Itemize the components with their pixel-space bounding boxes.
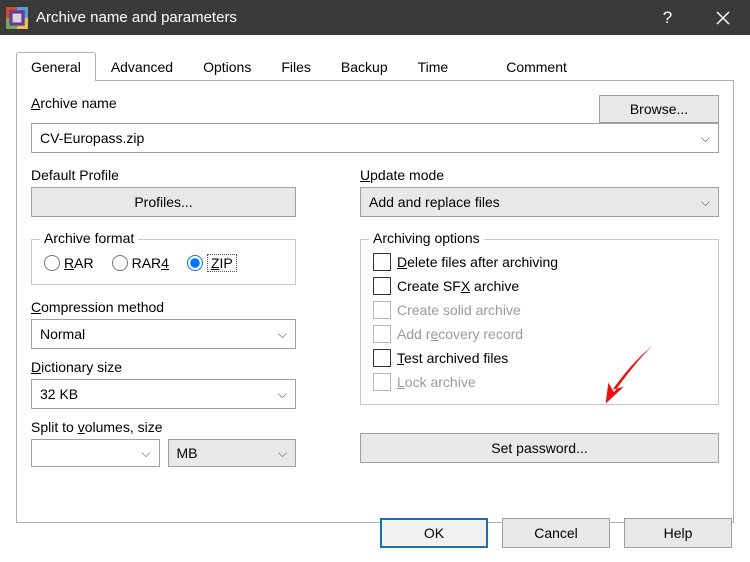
update-mode-select[interactable]: Add and replace files ⌵ [360, 187, 719, 217]
tab-general[interactable]: General [16, 52, 96, 81]
format-rar-radio[interactable]: RAR [44, 255, 94, 271]
archive-name-input[interactable]: CV-Europass.zip ⌵ [31, 123, 719, 153]
archive-format-label: Archive format [40, 230, 138, 246]
archiving-options-label: Archiving options [369, 230, 484, 246]
browse-button[interactable]: Browse... [599, 95, 719, 123]
update-mode-label: Update mode [360, 167, 719, 183]
split-unit-value: MB [177, 445, 198, 461]
tab-files[interactable]: Files [266, 52, 326, 81]
format-rar4-radio[interactable]: RAR4 [112, 255, 169, 271]
help-button[interactable]: ? [640, 0, 695, 35]
create-solid-checkbox: Create solid archive [373, 298, 708, 322]
format-zip-radio[interactable]: ZIP [187, 254, 237, 272]
add-recovery-checkbox: Add recovery record [373, 322, 708, 346]
chevron-down-icon: ⌵ [278, 446, 287, 461]
help-dialog-button[interactable]: Help [624, 518, 732, 548]
dictionary-label: Dictionary size [31, 359, 296, 375]
split-volume-input[interactable]: ⌵ [31, 439, 160, 467]
tab-backup[interactable]: Backup [326, 52, 403, 81]
profiles-button[interactable]: Profiles... [31, 187, 296, 217]
compression-select[interactable]: Normal ⌵ [31, 319, 296, 349]
title-bar: Archive name and parameters ? [0, 0, 750, 35]
create-sfx-checkbox[interactable]: Create SFX archive [373, 274, 708, 298]
close-button[interactable] [695, 0, 750, 35]
chevron-down-icon: ⌵ [701, 195, 710, 210]
tab-options[interactable]: Options [188, 52, 266, 81]
test-files-checkbox[interactable]: Test archived files [373, 346, 708, 370]
dictionary-select[interactable]: 32 KB ⌵ [31, 379, 296, 409]
chevron-down-icon: ⌵ [141, 446, 150, 461]
split-label: Split to volumes, size [31, 419, 296, 435]
set-password-button[interactable]: Set password... [360, 433, 719, 463]
general-panel: Browse... Archive name CV-Europass.zip ⌵… [16, 81, 734, 523]
tab-time[interactable]: Time [403, 52, 464, 81]
compression-label: Compression method [31, 299, 296, 315]
update-mode-value: Add and replace files [369, 194, 500, 210]
compression-value: Normal [40, 326, 85, 342]
lock-archive-checkbox: Lock archive [373, 370, 708, 394]
chevron-down-icon: ⌵ [278, 327, 287, 342]
tab-advanced[interactable]: Advanced [96, 52, 188, 81]
tab-comment[interactable]: Comment [491, 52, 582, 81]
tab-bar: General Advanced Options Files Backup Ti… [16, 51, 734, 81]
archive-name-value: CV-Europass.zip [40, 130, 144, 146]
chevron-down-icon: ⌵ [701, 131, 710, 146]
chevron-down-icon: ⌵ [278, 387, 287, 402]
delete-after-checkbox[interactable]: Delete files after archiving [373, 250, 708, 274]
cancel-button[interactable]: Cancel [502, 518, 610, 548]
dictionary-value: 32 KB [40, 386, 78, 402]
dialog-buttons: OK Cancel Help [380, 518, 732, 548]
split-unit-select[interactable]: MB ⌵ [168, 439, 297, 467]
dialog-title: Archive name and parameters [36, 9, 640, 26]
close-icon [716, 11, 730, 25]
app-icon [6, 7, 28, 29]
ok-button[interactable]: OK [380, 518, 488, 548]
default-profile-label: Default Profile [31, 167, 336, 183]
